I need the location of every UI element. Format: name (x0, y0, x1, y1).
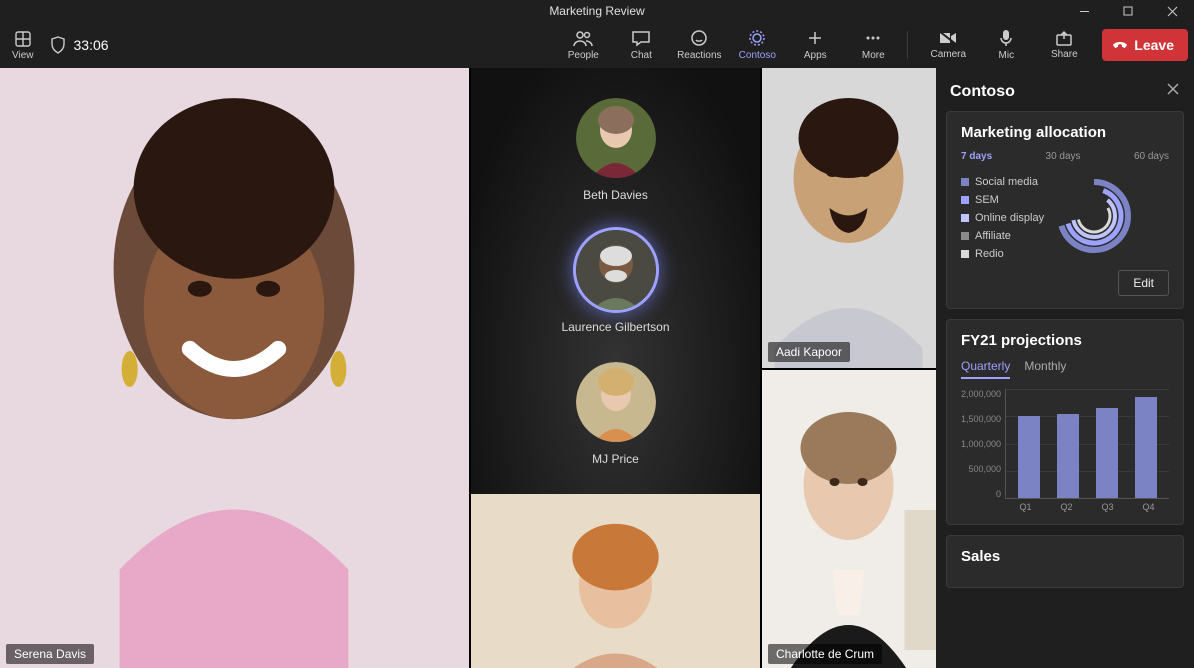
meeting-timer: 33:06 (74, 37, 109, 53)
ellipsis-icon (864, 29, 882, 47)
camera-off-icon (938, 30, 958, 46)
legend-swatch (961, 196, 969, 204)
video-grid: Serena Davis Aadi Kapoor (0, 68, 936, 668)
shield-icon (50, 36, 66, 54)
title-bar: Marketing Review (0, 0, 1194, 22)
video-tile-overflow[interactable] (471, 494, 760, 668)
apps-button[interactable]: Apps (787, 22, 843, 68)
participant-name: Laurence Gilbertson (561, 320, 669, 334)
minimize-button[interactable] (1062, 0, 1106, 22)
reactions-label: Reactions (677, 50, 721, 61)
name-plate: Serena Davis (6, 644, 94, 664)
meeting-toolbar: View 33:06 People Chat Reactions Contoso (0, 22, 1194, 68)
participant-name: Beth Davies (583, 188, 648, 202)
panel-title: Contoso (950, 83, 1015, 101)
legend-swatch (961, 232, 969, 240)
range-tab-7[interactable]: 7 days (961, 151, 992, 162)
more-button[interactable]: More (845, 22, 901, 68)
hangup-icon (1112, 37, 1128, 53)
people-label: People (568, 50, 599, 61)
bar (1096, 408, 1118, 498)
card-title: Sales (961, 548, 1169, 565)
side-panel: Contoso Marketing allocation 7 days 30 d… (936, 68, 1194, 668)
legend-label: SEM (975, 194, 999, 206)
chat-label: Chat (631, 50, 652, 61)
apps-label: Apps (804, 50, 827, 61)
contoso-icon (747, 29, 767, 47)
camera-label: Camera (931, 49, 967, 60)
close-button[interactable] (1150, 0, 1194, 22)
bar (1057, 414, 1079, 498)
avatar-thumb-3[interactable] (576, 362, 656, 442)
mic-icon (998, 29, 1014, 47)
toolbar-divider (907, 31, 908, 59)
range-tab-60[interactable]: 60 days (1134, 151, 1169, 162)
bar (1018, 416, 1040, 498)
card-title: FY21 projections (961, 332, 1169, 349)
share-button[interactable]: Share (1036, 22, 1092, 68)
people-icon (573, 29, 593, 47)
mic-label: Mic (999, 50, 1015, 61)
donut-chart (1054, 176, 1134, 256)
mic-button[interactable]: Mic (978, 22, 1034, 68)
share-label: Share (1051, 49, 1078, 60)
participant-strip: Beth Davies Laurence Gilbertson MJ Price (471, 68, 760, 668)
avatar-thumb-2[interactable] (576, 230, 656, 310)
contoso-label: Contoso (739, 50, 776, 61)
chat-icon (631, 29, 651, 47)
tab-monthly[interactable]: Monthly (1024, 359, 1066, 379)
name-plate: Aadi Kapoor (768, 342, 850, 362)
legend-label: Affiliate (975, 230, 1011, 242)
video-tile-2[interactable]: Aadi Kapoor (762, 68, 936, 368)
bar-chart: 2,000,0001,500,0001,000,000500,0000 (961, 389, 1169, 499)
avatar (762, 68, 936, 368)
projections-card: FY21 projections Quarterly Monthly 2,000… (946, 319, 1184, 525)
legend-swatch (961, 214, 969, 222)
legend-label: Social media (975, 176, 1038, 188)
people-button[interactable]: People (555, 22, 611, 68)
range-tab-30[interactable]: 30 days (1046, 151, 1081, 162)
video-tile-3[interactable]: Charlotte de Crum (762, 370, 936, 668)
reactions-icon (689, 29, 709, 47)
sales-card: Sales (946, 535, 1184, 588)
allocation-legend: Social media SEM Online display Affiliat… (961, 176, 1044, 260)
tab-quarterly[interactable]: Quarterly (961, 359, 1010, 379)
participant-name: MJ Price (592, 452, 639, 466)
video-tile-main[interactable]: Serena Davis (0, 68, 469, 668)
view-label: View (12, 50, 34, 61)
edit-button[interactable]: Edit (1118, 270, 1169, 296)
reactions-button[interactable]: Reactions (671, 22, 727, 68)
legend-swatch (961, 250, 969, 258)
card-title: Marketing allocation (961, 124, 1169, 141)
leave-label: Leave (1134, 37, 1174, 53)
avatar (762, 370, 936, 668)
maximize-button[interactable] (1106, 0, 1150, 22)
camera-button[interactable]: Camera (920, 22, 976, 68)
share-icon (1055, 30, 1073, 46)
legend-label: Online display (975, 212, 1044, 224)
grid-icon (14, 30, 32, 48)
avatar (0, 68, 469, 668)
legend-swatch (961, 178, 969, 186)
view-button[interactable]: View (12, 30, 34, 61)
legend-label: Redio (975, 248, 1004, 260)
chat-button[interactable]: Chat (613, 22, 669, 68)
allocation-card: Marketing allocation 7 days 30 days 60 d… (946, 111, 1184, 309)
window-title: Marketing Review (549, 4, 644, 18)
name-plate: Charlotte de Crum (768, 644, 882, 664)
avatar-thumb-1[interactable] (576, 98, 656, 178)
leave-button[interactable]: Leave (1102, 29, 1188, 61)
close-panel-button[interactable] (1166, 82, 1180, 101)
contoso-button[interactable]: Contoso (729, 22, 785, 68)
bar (1135, 397, 1157, 498)
more-label: More (862, 50, 885, 61)
plus-icon (806, 29, 824, 47)
